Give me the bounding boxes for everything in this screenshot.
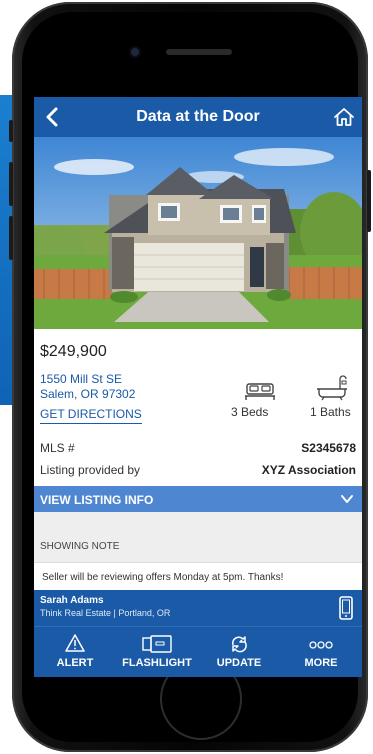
nav-more-label: MORE bbox=[304, 657, 338, 669]
stage: Data at the Door $249,900 1550 Mill St S… bbox=[0, 0, 373, 754]
mls-label: MLS # bbox=[40, 441, 75, 455]
update-icon bbox=[231, 636, 247, 653]
agent-name: Sarah Adams bbox=[40, 595, 104, 606]
more-icon bbox=[309, 641, 333, 649]
alert-icon bbox=[65, 634, 85, 652]
bathtub-icon bbox=[317, 375, 347, 401]
showing-note-text: Seller will be reviewing offers Monday a… bbox=[42, 572, 284, 583]
divider bbox=[34, 562, 362, 563]
nav-alert[interactable]: ALERT bbox=[34, 627, 116, 677]
showing-note-heading: SHOWING NOTE bbox=[40, 541, 120, 552]
mls-value: S2345678 bbox=[301, 441, 356, 455]
bed-icon bbox=[245, 383, 275, 400]
power-button bbox=[367, 170, 371, 232]
nav-flashlight-label: FLASHLIGHT bbox=[122, 657, 192, 669]
mute-switch bbox=[9, 120, 13, 142]
mobile-phone-icon[interactable] bbox=[338, 596, 354, 620]
address-line2[interactable]: Salem, OR 97302 bbox=[40, 387, 135, 401]
chevron-down-icon bbox=[341, 495, 353, 503]
provider-row: Listing provided by XYZ Association bbox=[34, 459, 362, 481]
nav-update-label: UPDATE bbox=[216, 657, 262, 669]
speaker-grille bbox=[166, 49, 232, 55]
flashlight-icon bbox=[142, 635, 172, 653]
baths-count: 1 Baths bbox=[310, 405, 351, 419]
page-title: Data at the Door bbox=[136, 108, 260, 125]
view-listing-info-label: VIEW LISTING INFO bbox=[40, 493, 154, 507]
nav-flashlight[interactable]: FLASHLIGHT bbox=[116, 627, 198, 677]
showing-note-header-band bbox=[34, 512, 362, 562]
nav-alert-label: ALERT bbox=[56, 657, 94, 669]
volume-up-button bbox=[9, 162, 13, 206]
agent-company: Think Real Estate | Portland, OR bbox=[40, 608, 171, 618]
top-bar: Data at the Door bbox=[34, 97, 362, 137]
get-directions-link[interactable]: GET DIRECTIONS bbox=[40, 407, 142, 424]
agent-bar: Sarah Adams Think Real Estate | Portland… bbox=[34, 590, 362, 626]
app-screen: Data at the Door $249,900 1550 Mill St S… bbox=[34, 97, 362, 677]
camera-icon bbox=[131, 48, 139, 56]
listing-price: $249,900 bbox=[40, 343, 107, 360]
bottom-nav: ALERT FLASHLIGHT UPDATE MORE bbox=[34, 626, 362, 677]
mls-row: MLS # S2345678 bbox=[34, 437, 362, 459]
home-icon[interactable] bbox=[332, 105, 356, 129]
volume-down-button bbox=[9, 216, 13, 260]
beds-count: 3 Beds bbox=[231, 405, 269, 419]
back-chevron-icon[interactable] bbox=[42, 105, 64, 129]
view-listing-info-toggle[interactable]: VIEW LISTING INFO bbox=[34, 486, 362, 512]
provider-label: Listing provided by bbox=[40, 463, 141, 477]
provider-value: XYZ Association bbox=[261, 463, 356, 477]
nav-update[interactable]: UPDATE bbox=[198, 627, 280, 677]
listing-photo[interactable] bbox=[34, 137, 362, 329]
nav-more[interactable]: MORE bbox=[280, 627, 362, 677]
address-line1[interactable]: 1550 Mill St SE bbox=[40, 372, 122, 386]
